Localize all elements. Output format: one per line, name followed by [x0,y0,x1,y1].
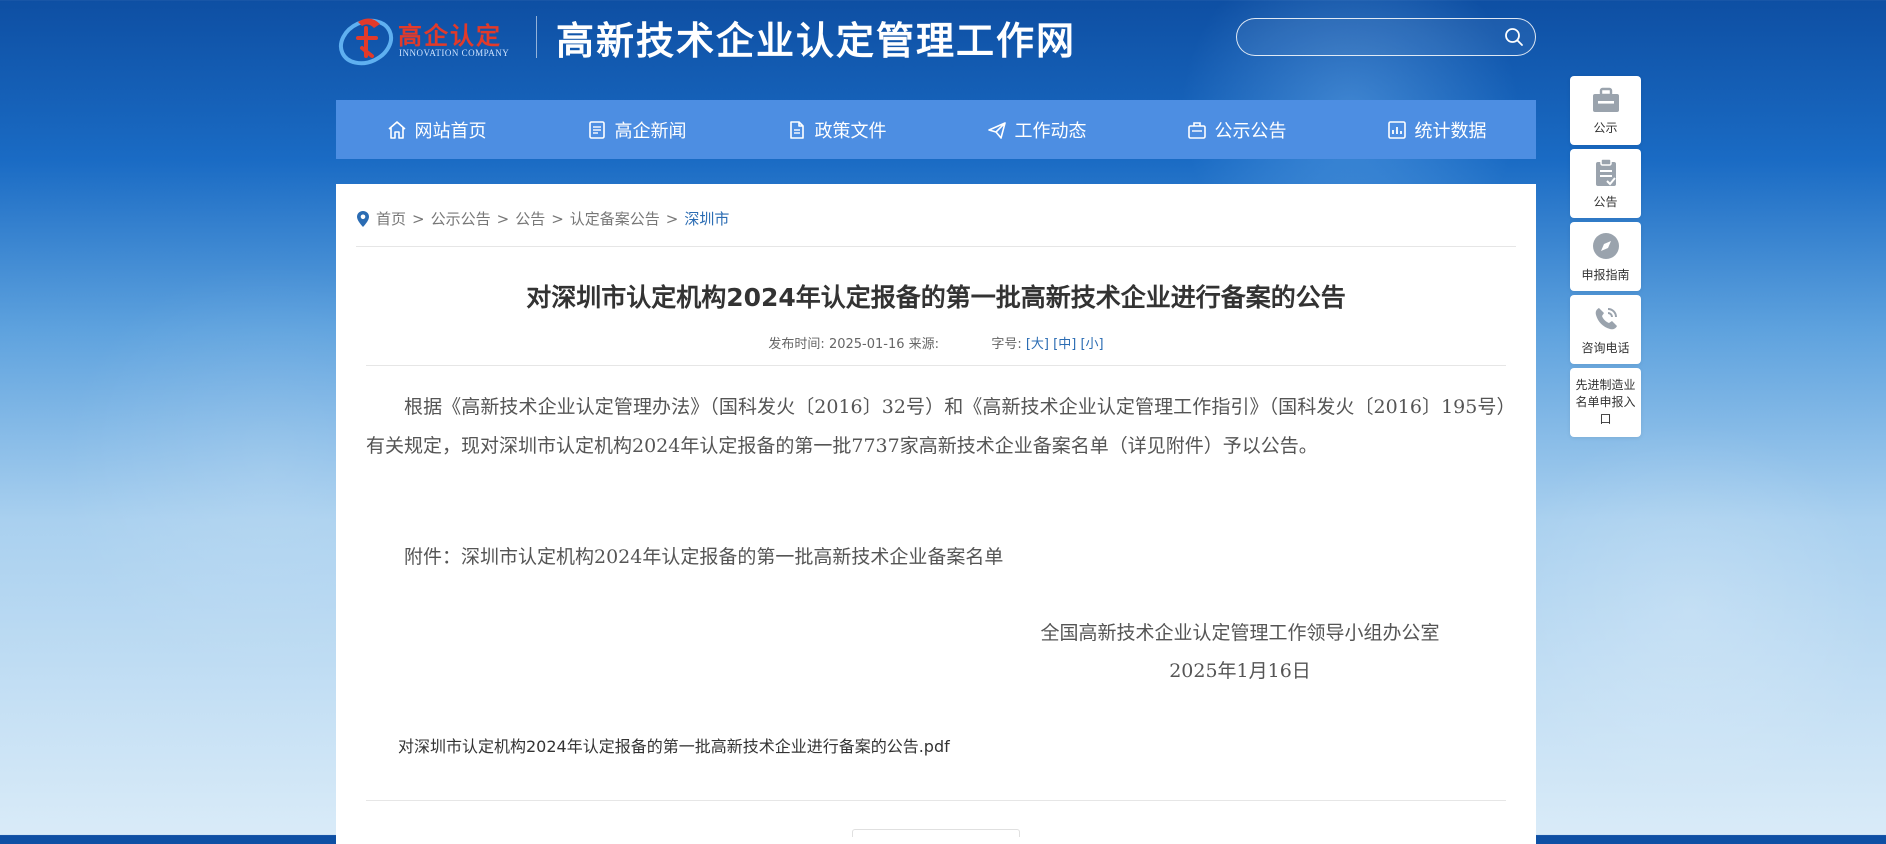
nav-label: 工作动态 [1014,120,1087,142]
nav-item-news[interactable]: 高企新闻 [536,100,736,159]
breadcrumb-announcements[interactable]: 公示公告 [431,208,491,229]
article-title: 对深圳市认定机构2024年认定报备的第一批高新技术企业进行备案的公告 [526,283,1346,312]
side-item-notice[interactable]: 公告 [1570,149,1641,218]
signature-org: 全国高新技术企业认定管理工作领导小组办公室 [1040,622,1440,644]
logo-chinese-text: 高企认定 [398,21,502,50]
clipboard-icon [1595,157,1616,186]
side-item-label: 先进制造业名单申报入口 [1575,378,1636,426]
pdf-attachment-link[interactable]: 对深圳市认定机构2024年认定报备的第一批高新技术企业进行备案的公告.pdf [398,733,950,757]
nav-label: 高企新闻 [614,120,687,142]
font-size-large-button[interactable]: [大] [1026,337,1049,352]
nav-label: 政策文件 [814,120,887,142]
side-item-label: 公告 [1593,194,1618,209]
font-size-label: 字号: [991,337,1022,352]
site-title: 高新技术企业认定管理工作网 [556,18,1077,63]
search-box [1236,18,1536,56]
breadcrumb-separator: > [665,209,679,228]
signature-date: 2025年1月16日 [1169,660,1311,682]
divider [356,246,1516,247]
notice-icon [1187,121,1206,139]
compass-icon [1592,232,1619,259]
site-logo[interactable]: 高企认定 INNOVATION COMPANY [336,8,526,68]
publish-date: 2025-01-16 [828,337,905,352]
side-item-label: 咨询电话 [1581,340,1630,355]
phone-icon [1595,307,1617,329]
side-item-hotline[interactable]: 咨询电话 [1570,295,1641,364]
bar-chart-icon [1387,120,1406,139]
document-icon [789,120,804,139]
search-button[interactable] [1501,25,1527,49]
font-size-medium-button[interactable]: [中] [1053,337,1076,352]
divider [366,800,1506,801]
nav-label: 公示公告 [1214,120,1287,142]
nav-item-work-updates[interactable]: 工作动态 [936,100,1136,159]
news-icon [588,120,605,139]
main-nav: 网站首页 高企新闻 政策文件 工作动态 公示公告 统计数据 [336,100,1536,159]
breadcrumb-separator: > [496,209,510,228]
breadcrumb-filing-notice[interactable]: 认定备案公告 [570,208,660,229]
side-item-publicity[interactable]: 公示 [1570,76,1641,145]
side-item-advanced-manufacturing[interactable]: 先进制造业名单申报入口 [1570,368,1641,437]
breadcrumb-separator: > [412,209,425,228]
side-item-application-guide[interactable]: 申报指南 [1570,222,1641,291]
logo-emblem-icon [338,18,394,66]
nav-label: 网站首页 [414,120,487,142]
breadcrumb-notice[interactable]: 公告 [515,208,545,229]
nav-item-announcements[interactable]: 公示公告 [1136,100,1336,159]
breadcrumb-home[interactable]: 首页 [376,208,406,229]
source-label: 来源: [908,337,940,352]
article-meta: 发布时间: 2025-01-16 来源: 字号: [大] [中] [小] [336,333,1536,352]
nav-item-home[interactable]: 网站首页 [336,100,536,159]
side-quick-links: 公示 公告 申报指南 咨询电话 先进制造业名单申报入口 [1570,76,1641,441]
side-item-label: 申报指南 [1581,267,1630,282]
briefcase-icon [1592,87,1619,112]
paper-plane-icon [987,121,1006,139]
background-glow [1500,420,1880,800]
logo-english-text: INNOVATION COMPANY [399,48,510,58]
home-icon [387,120,406,139]
divider [366,365,1506,366]
article-body: 根据《高新技术企业认定管理办法》（国科发火〔2016〕32号）和《高新技术企业认… [366,396,1506,457]
font-size-small-button[interactable]: [小] [1080,337,1103,352]
breadcrumb-separator: > [551,209,564,228]
location-pin-icon [357,210,369,227]
search-icon [1505,28,1523,46]
breadcrumb: 首页 > 公示公告 > 公告 > 认定备案公告 > 深圳市 [356,208,729,229]
attachment-note: 附件：深圳市认定机构2024年认定报备的第一批高新技术企业备案名单 [404,546,1004,568]
search-input[interactable] [1251,25,1495,51]
bottom-button-edge [852,829,1020,837]
nav-label: 统计数据 [1414,120,1487,142]
side-item-label: 公示 [1593,120,1618,135]
breadcrumb-shenzhen[interactable]: 深圳市 [684,208,729,229]
publish-label: 发布时间: [768,337,825,352]
nav-item-statistics[interactable]: 统计数据 [1336,100,1536,159]
logo-divider [536,16,537,58]
site-header: 高企认定 INNOVATION COMPANY 高新技术企业认定管理工作网 [336,0,1536,80]
nav-item-policy[interactable]: 政策文件 [736,100,936,159]
